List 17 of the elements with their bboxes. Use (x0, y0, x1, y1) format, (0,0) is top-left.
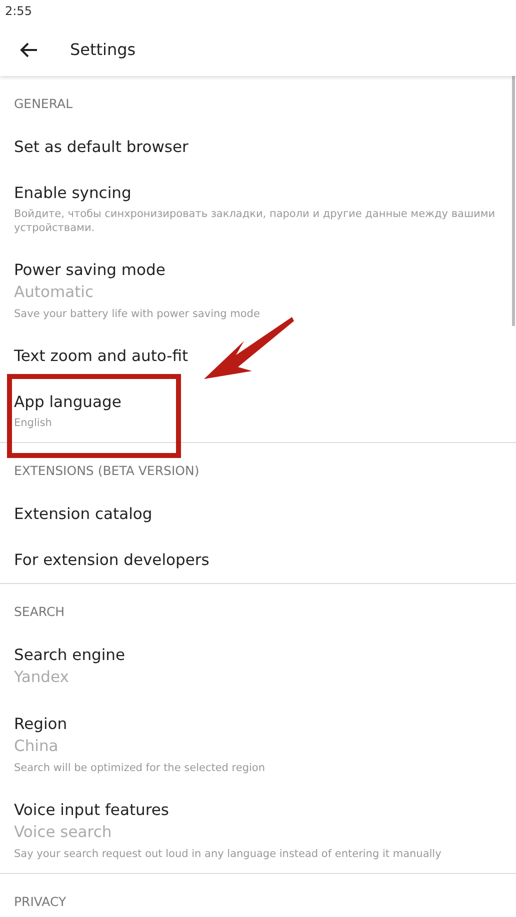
status-time: 2:55 (5, 4, 32, 18)
section-header: EXTENSIONS (BETA VERSION) (13, 462, 200, 480)
settings-item[interactable]: Power saving mode Automatic Save your battery life with power saving mode (0, 247, 516, 333)
settings-item[interactable]: For extension developers (0, 537, 516, 583)
settings-item[interactable]: App language English (0, 379, 516, 442)
settings-item[interactable]: Voice input features Voice search Say your search request out loud in any language instead of entering it manually (0, 787, 516, 873)
section-header: PRIVACY (13, 893, 68, 911)
settings-item[interactable]: Set as default browser (0, 124, 516, 170)
settings-item[interactable]: Region China Search will be optimized for the selected region (0, 701, 516, 787)
section-header: SEARCH (13, 603, 66, 621)
settings-item[interactable]: Search engine Yandex (0, 632, 516, 701)
settings-item[interactable]: Extension catalog (0, 491, 516, 537)
back-arrow-icon (20, 42, 38, 58)
toolbar-title: Settings (70, 39, 136, 61)
settings-item[interactable]: Text zoom and auto-fit (0, 333, 516, 379)
section-header: GENERAL (13, 95, 74, 113)
settings-item[interactable]: Enable syncing Войдите, чтобы синхронизировать закладки, пароли и другие данные между вашими устройствами. (0, 170, 516, 247)
